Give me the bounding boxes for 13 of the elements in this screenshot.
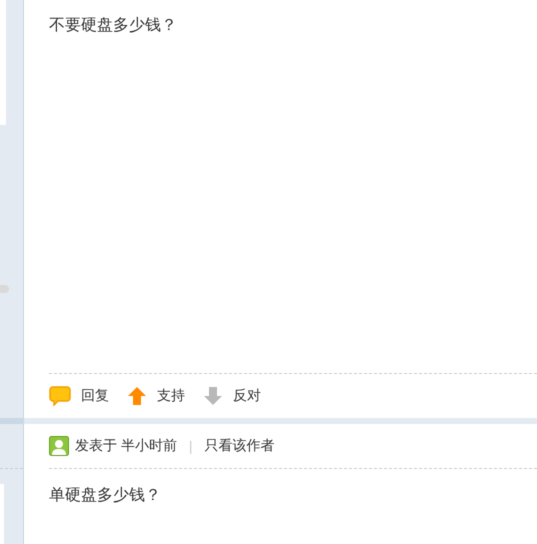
post-content: 单硬盘多少钱？ bbox=[49, 486, 162, 506]
user-avatar-icon bbox=[49, 436, 69, 456]
speech-bubble-icon bbox=[49, 386, 71, 406]
up-arrow-icon bbox=[127, 386, 147, 406]
separator: | bbox=[188, 438, 193, 454]
post-time: 发表于 半小时前 bbox=[75, 437, 177, 455]
down-arrow-icon bbox=[203, 386, 223, 406]
post-content: 不要硬盘多少钱？ bbox=[49, 16, 178, 36]
sidebar-scroll-handle bbox=[0, 285, 9, 293]
oppose-button[interactable]: 反对 bbox=[203, 386, 261, 406]
reply-button[interactable]: 回复 bbox=[49, 386, 109, 406]
author-only-link[interactable]: 只看该作者 bbox=[204, 437, 275, 455]
support-button[interactable]: 支持 bbox=[127, 386, 185, 406]
